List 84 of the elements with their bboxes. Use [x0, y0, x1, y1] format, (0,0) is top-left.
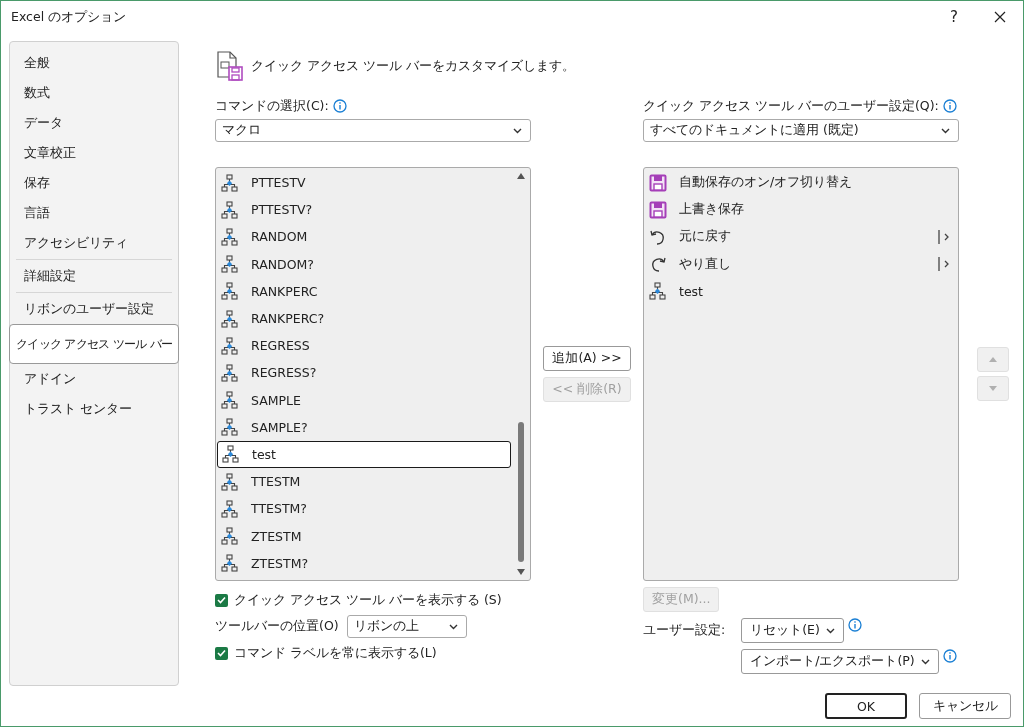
toolbar-item[interactable]: 元に戻す [645, 223, 957, 251]
info-icon[interactable] [847, 618, 862, 632]
toolbar-item[interactable]: やり直し [645, 250, 957, 278]
hierarchy-icon [221, 227, 239, 246]
sidebar-item[interactable]: 文章校正 [16, 138, 172, 168]
toolbar-item[interactable]: 上書き保存 [645, 196, 957, 224]
hierarchy-icon [221, 554, 239, 573]
checkbox[interactable] [215, 646, 228, 660]
command-item[interactable]: SAMPLE [217, 386, 511, 414]
checkbox[interactable] [215, 593, 228, 607]
sidebar-item[interactable]: 言語 [16, 198, 172, 228]
down-arrow-icon [988, 385, 998, 392]
field-label: ツールバーの位置(O) [215, 618, 339, 635]
toolbar-item[interactable]: test [645, 277, 957, 305]
sidebar-item[interactable]: アドイン [16, 364, 172, 394]
hierarchy-icon [221, 200, 239, 219]
info-icon[interactable] [942, 649, 957, 663]
info-icon[interactable] [332, 99, 347, 113]
sidebar-item[interactable]: アクセシビリティ [16, 228, 172, 258]
hierarchy-icon [222, 445, 240, 464]
redo-icon [649, 255, 667, 274]
checkbox-label: コマンド ラベルを常に表示する(L) [234, 644, 437, 662]
reset-button[interactable]: リセット(E) [741, 618, 844, 643]
add-button[interactable]: 追加(A) >> [543, 346, 631, 371]
command-item[interactable]: ZTESTM? [217, 549, 511, 577]
page-heading: クイック アクセス ツール バーをカスタマイズします。 [251, 57, 576, 75]
cancel-button[interactable]: キャンセル [919, 693, 1011, 719]
command-item[interactable]: RANKPERC? [217, 304, 511, 333]
command-item[interactable]: REGRESS [217, 332, 511, 360]
command-item[interactable]: RANKPERC [217, 277, 511, 305]
checkbox-label: クイック アクセス ツール バーを表示する (S) [234, 591, 502, 609]
hierarchy-icon [649, 282, 667, 301]
sidebar-item[interactable]: リボンのユーザー設定 [16, 294, 172, 324]
command-item[interactable]: RANDOM? [217, 250, 511, 278]
window-title: Excel のオプション [11, 8, 128, 26]
chevron-down-icon [448, 623, 458, 630]
command-item[interactable]: TTESTM [217, 468, 511, 496]
hierarchy-icon [221, 173, 239, 192]
hierarchy-icon [221, 336, 239, 355]
chevron-down-icon [513, 127, 522, 134]
toolbar-item[interactable]: 自動保存のオン/オフ切り替え [645, 169, 957, 197]
hierarchy-icon [221, 472, 239, 491]
sidebar-item[interactable]: データ [16, 108, 172, 138]
position-dropdown[interactable]: リボンの上 [346, 615, 467, 638]
command-item[interactable]: TTESTM? [217, 495, 511, 523]
hierarchy-icon [221, 418, 239, 437]
command-item[interactable]: RANDOM [217, 223, 511, 251]
sidebar-item[interactable]: 全般 [16, 48, 172, 78]
command-item[interactable]: REGRESS? [217, 359, 511, 387]
scroll-down-icon[interactable] [516, 568, 526, 576]
save-icon [649, 173, 667, 192]
scroll-up-icon[interactable] [516, 172, 526, 180]
command-item[interactable]: ZTESTM [217, 522, 511, 550]
command-item[interactable]: SAMPLE? [217, 413, 511, 441]
import-export-button[interactable]: インポート/エクスポート(P) [741, 649, 939, 674]
hierarchy-icon [221, 309, 239, 328]
command-item[interactable]: test [217, 440, 511, 469]
field-label: コマンドの選択(C): [215, 97, 329, 115]
command-item[interactable]: PTTESTV [217, 169, 511, 197]
ok-button[interactable]: OK [825, 693, 907, 719]
chevron-down-icon [920, 658, 930, 665]
scope-dropdown[interactable]: すべてのドキュメントに適用 (既定) [643, 119, 959, 142]
field-label: クイック アクセス ツール バーのユーザー設定(Q): [643, 97, 939, 115]
help-button[interactable]: ? [931, 8, 977, 26]
sidebar-item[interactable]: トラスト センター [16, 394, 172, 424]
hierarchy-icon [221, 282, 239, 301]
save-icon [649, 200, 667, 219]
up-arrow-icon [988, 356, 998, 363]
command-item[interactable]: PTTESTV? [217, 196, 511, 224]
sidebar-item[interactable]: 数式 [16, 78, 172, 108]
info-icon[interactable] [942, 99, 957, 113]
sidebar-item[interactable]: 保存 [16, 168, 172, 198]
chevron-down-icon [825, 627, 835, 634]
hierarchy-icon [221, 499, 239, 518]
commands-dropdown[interactable]: マクロ [215, 119, 531, 142]
chevron-down-icon [941, 127, 950, 134]
sidebar-item[interactable]: 詳細設定 [16, 261, 172, 291]
sidebar-item[interactable]: クイック アクセス ツール バー [9, 324, 179, 364]
hierarchy-icon [221, 527, 239, 546]
hierarchy-icon [221, 391, 239, 410]
hierarchy-icon [221, 363, 239, 382]
field-label: ユーザー設定: [643, 622, 726, 639]
hierarchy-icon [221, 255, 239, 274]
close-icon [994, 11, 1006, 23]
